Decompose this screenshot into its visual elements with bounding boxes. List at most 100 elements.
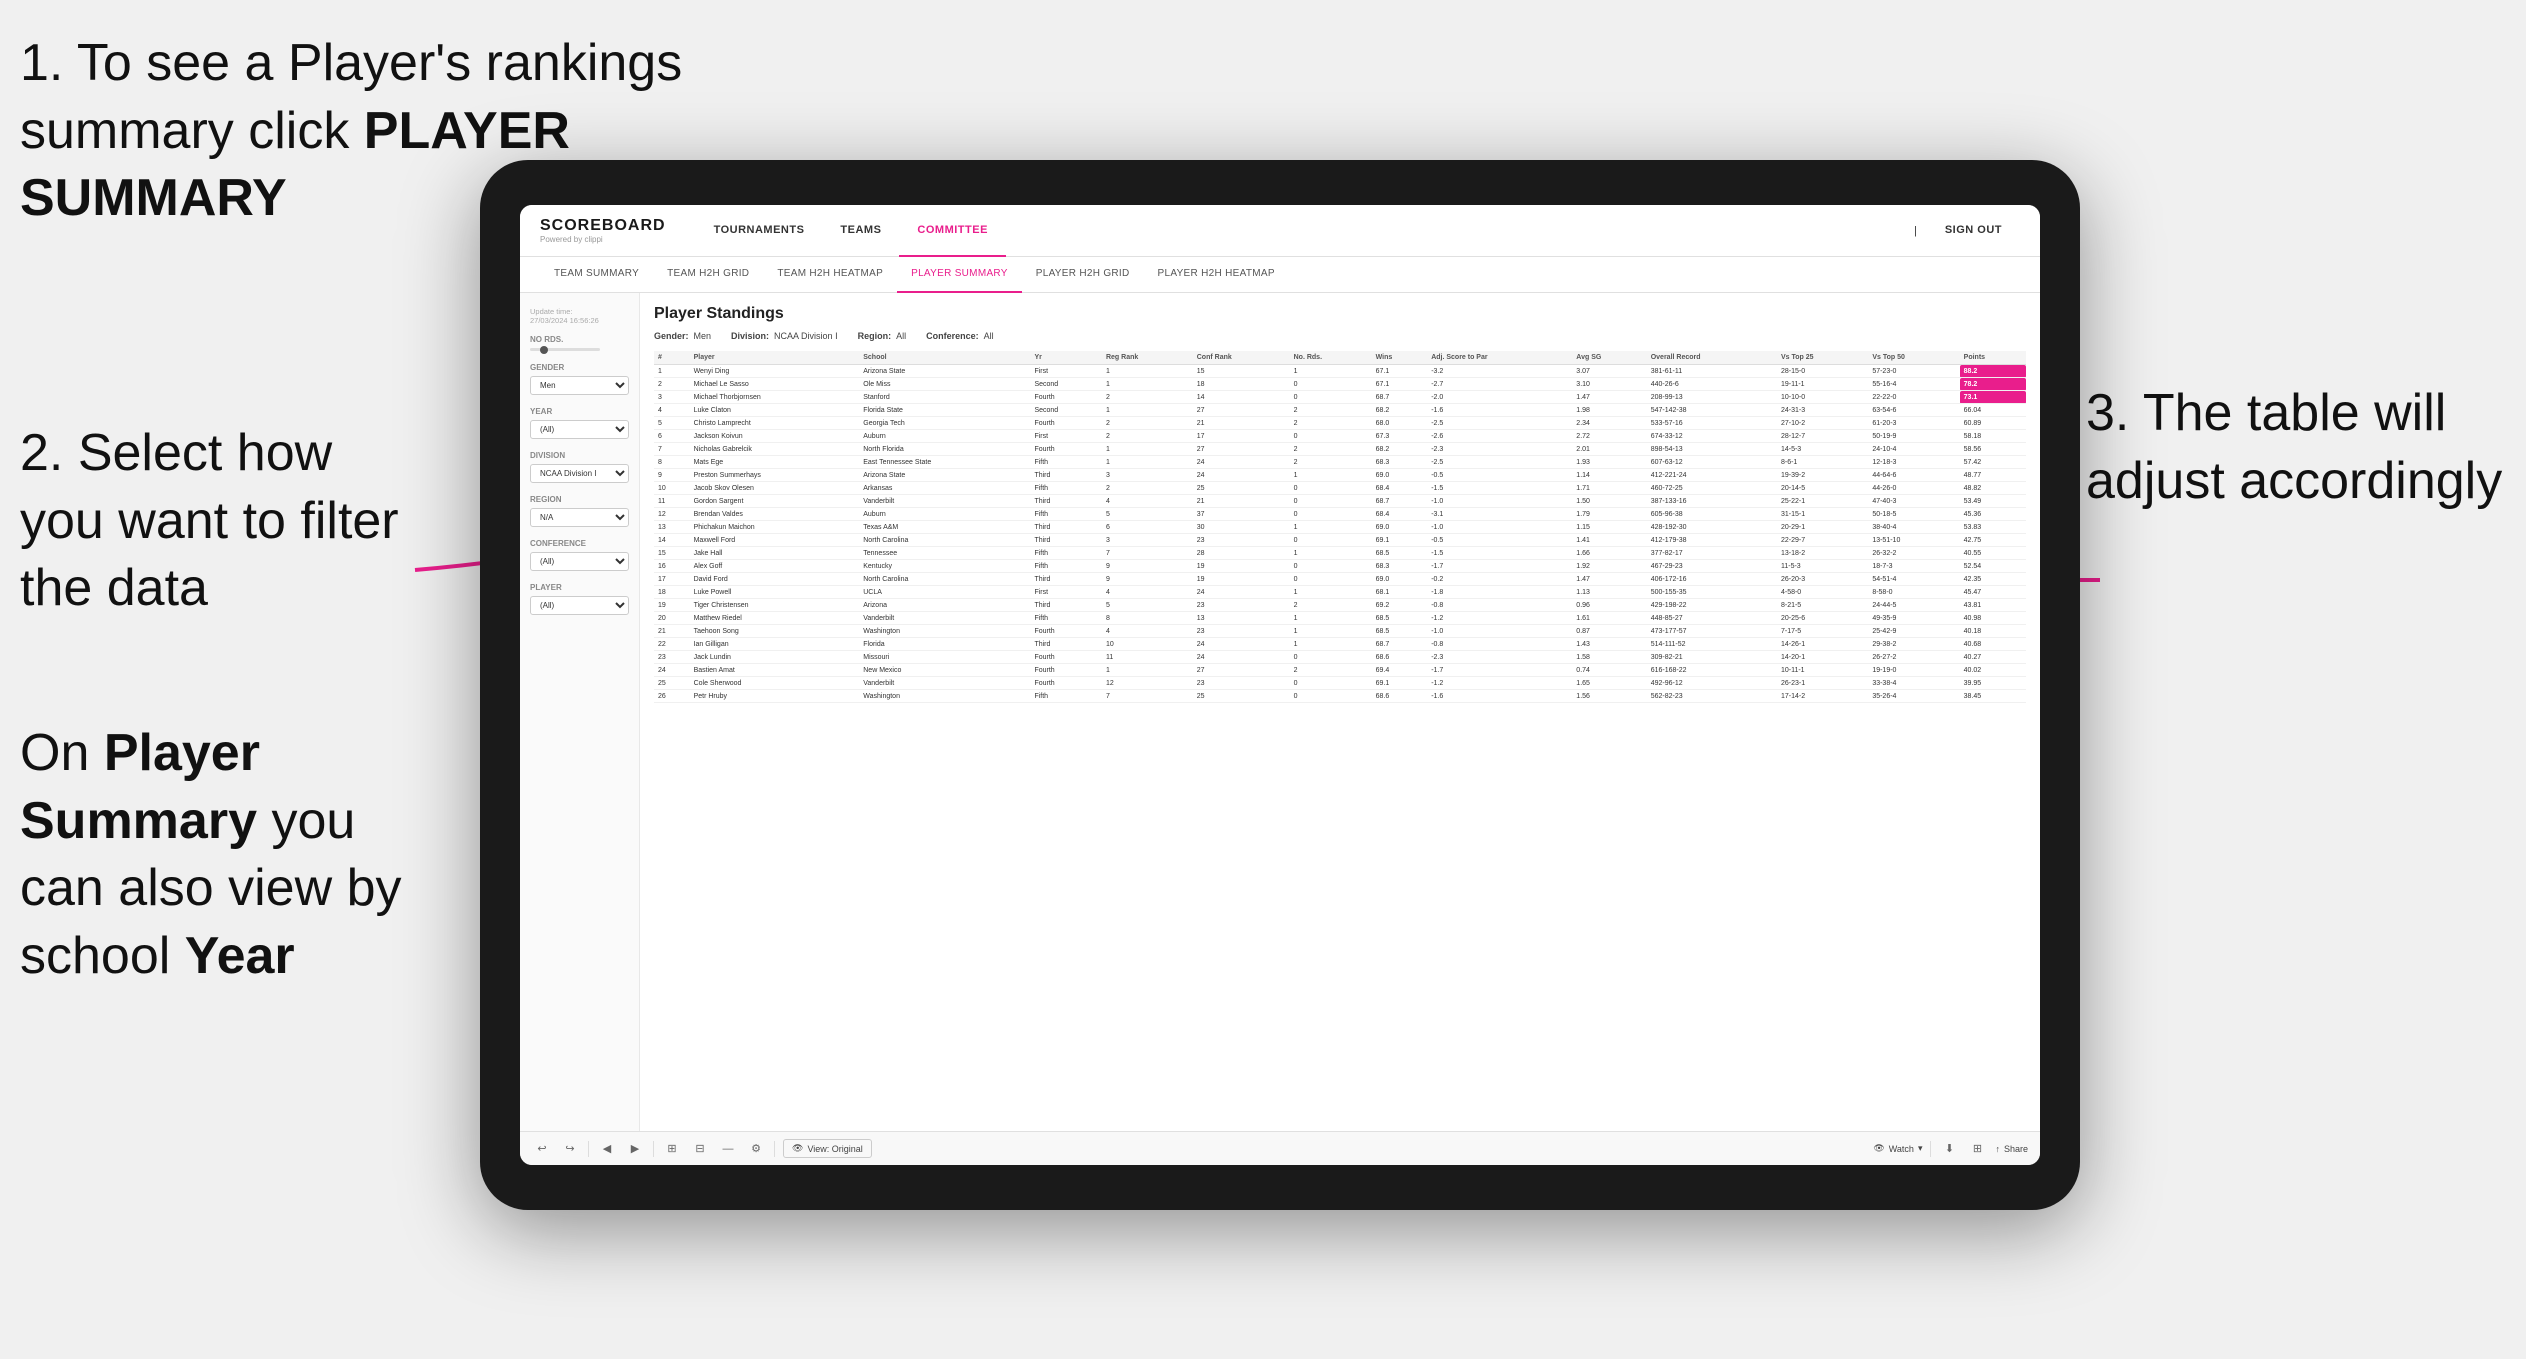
sub-nav-team-summary[interactable]: TEAM SUMMARY (540, 257, 653, 293)
cell-record: 406-172-16 (1647, 573, 1777, 586)
back-button[interactable]: ◀ (597, 1139, 617, 1159)
table-row: 20 Matthew Riedel Vanderbilt Fifth 8 13 … (654, 612, 2026, 625)
copy-button[interactable]: ⊞ (662, 1139, 682, 1159)
cell-rank: 25 (654, 677, 690, 690)
cell-points: 42.35 (1960, 573, 2026, 586)
cell-avg-sg: 1.66 (1572, 547, 1646, 560)
cell-conf-rank: 19 (1193, 560, 1290, 573)
cell-points: 57.42 (1960, 456, 2026, 469)
cell-yr: Fifth (1030, 612, 1102, 625)
toolbar-sep4 (1930, 1141, 1931, 1157)
player-select[interactable]: (All) (530, 596, 629, 615)
cell-conf-rank: 21 (1193, 495, 1290, 508)
no-rds-slider-container (530, 348, 629, 351)
dash-button[interactable]: — (718, 1139, 738, 1159)
sub-nav-player-h2h-grid[interactable]: PLAYER H2H GRID (1022, 257, 1144, 293)
sub-nav-team-h2h-heatmap[interactable]: TEAM H2H HEATMAP (763, 257, 897, 293)
cell-avg-sg: 1.41 (1572, 534, 1646, 547)
nav-tab-teams[interactable]: TEAMS (822, 205, 899, 257)
undo-button[interactable]: ↩ (532, 1139, 552, 1159)
col-vt25: Vs Top 25 (1777, 351, 1868, 365)
no-rds-slider[interactable] (530, 348, 600, 351)
cell-school: Washington (859, 625, 1030, 638)
cell-rank: 23 (654, 651, 690, 664)
cell-vt25: 8-6-1 (1777, 456, 1868, 469)
cell-rank: 9 (654, 469, 690, 482)
nav-tab-committee[interactable]: COMMITTEE (899, 205, 1006, 257)
cell-player: Petr Hruby (690, 690, 860, 703)
header-right: | Sign out (1914, 205, 2020, 257)
watch-button[interactable]: 👁 Watch ▾ (1873, 1143, 1922, 1154)
cell-points: 60.89 (1960, 417, 2026, 430)
cell-points: 53.49 (1960, 495, 2026, 508)
cell-school: Kentucky (859, 560, 1030, 573)
nav-tabs: TOURNAMENTS TEAMS COMMITTEE (696, 205, 1914, 257)
cell-player: Gordon Sargent (690, 495, 860, 508)
bottom-toolbar: ↩ ↪ ◀ ▶ ⊞ ⊟ — ⚙ 👁 View: Original 👁 Watch… (520, 1131, 2040, 1165)
cell-conf-rank: 13 (1193, 612, 1290, 625)
cell-rank: 21 (654, 625, 690, 638)
cell-wins: 68.4 (1372, 508, 1428, 521)
download-button[interactable]: ⬇ (1939, 1139, 1959, 1159)
cell-adj: -1.5 (1427, 482, 1572, 495)
region-select[interactable]: N/A (530, 508, 629, 527)
cell-player: Christo Lamprecht (690, 417, 860, 430)
grid-button[interactable]: ⊞ (1967, 1139, 1987, 1159)
cell-avg-sg: 1.50 (1572, 495, 1646, 508)
nav-tab-tournaments[interactable]: TOURNAMENTS (696, 205, 823, 257)
cell-no-rds: 0 (1290, 508, 1372, 521)
cell-yr: First (1030, 430, 1102, 443)
cell-wins: 69.0 (1372, 469, 1428, 482)
settings-icon[interactable]: ⚙ (746, 1139, 766, 1159)
cell-reg-rank: 4 (1102, 495, 1193, 508)
share-button[interactable]: ↑ Share (1995, 1144, 2028, 1154)
cell-avg-sg: 1.92 (1572, 560, 1646, 573)
cell-school: North Carolina (859, 573, 1030, 586)
cell-avg-sg: 1.14 (1572, 469, 1646, 482)
cell-conf-rank: 37 (1193, 508, 1290, 521)
division-select[interactable]: NCAA Division I (530, 464, 629, 483)
gender-select[interactable]: Men (530, 376, 629, 395)
table-row: 15 Jake Hall Tennessee Fifth 7 28 1 68.5… (654, 547, 2026, 560)
cell-avg-sg: 1.13 (1572, 586, 1646, 599)
cell-no-rds: 0 (1290, 560, 1372, 573)
cell-vt25: 20-14-5 (1777, 482, 1868, 495)
eye-icon: 👁 (792, 1143, 803, 1154)
cell-points: 40.27 (1960, 651, 2026, 664)
cell-rank: 12 (654, 508, 690, 521)
cell-no-rds: 1 (1290, 469, 1372, 482)
cell-no-rds: 0 (1290, 573, 1372, 586)
cell-vt50: 22-22-0 (1868, 391, 1959, 404)
sign-out-button[interactable]: Sign out (1927, 205, 2020, 257)
cell-record: 467-29-23 (1647, 560, 1777, 573)
sub-nav-player-summary[interactable]: PLAYER SUMMARY (897, 257, 1022, 293)
cell-school: Georgia Tech (859, 417, 1030, 430)
cell-rank: 18 (654, 586, 690, 599)
cell-conf-rank: 17 (1193, 430, 1290, 443)
year-select[interactable]: (All) (530, 420, 629, 439)
sidebar-no-rds: No Rds. (530, 335, 629, 351)
cell-player: Taehoon Song (690, 625, 860, 638)
cell-no-rds: 1 (1290, 638, 1372, 651)
cell-vt50: 54-51-4 (1868, 573, 1959, 586)
cell-points: 43.81 (1960, 599, 2026, 612)
cell-vt25: 10-10-0 (1777, 391, 1868, 404)
cell-rank: 13 (654, 521, 690, 534)
sub-nav-player-h2h-heatmap[interactable]: PLAYER H2H HEATMAP (1144, 257, 1289, 293)
cell-avg-sg: 0.74 (1572, 664, 1646, 677)
sub-nav-team-h2h-grid[interactable]: TEAM H2H GRID (653, 257, 763, 293)
table-row: 6 Jackson Koivun Auburn First 2 17 0 67.… (654, 430, 2026, 443)
redo-button[interactable]: ↪ (560, 1139, 580, 1159)
col-wins: Wins (1372, 351, 1428, 365)
conference-select[interactable]: (All) (530, 552, 629, 571)
paste-button[interactable]: ⊟ (690, 1139, 710, 1159)
cell-player: Bastien Amat (690, 664, 860, 677)
cell-wins: 68.7 (1372, 638, 1428, 651)
cell-adj: -1.7 (1427, 664, 1572, 677)
cell-points: 40.55 (1960, 547, 2026, 560)
cell-avg-sg: 0.87 (1572, 625, 1646, 638)
cell-player: Michael Thorbjornsen (690, 391, 860, 404)
forward-button[interactable]: ▶ (625, 1139, 645, 1159)
cell-yr: Fifth (1030, 560, 1102, 573)
view-button[interactable]: 👁 View: Original (783, 1139, 872, 1158)
